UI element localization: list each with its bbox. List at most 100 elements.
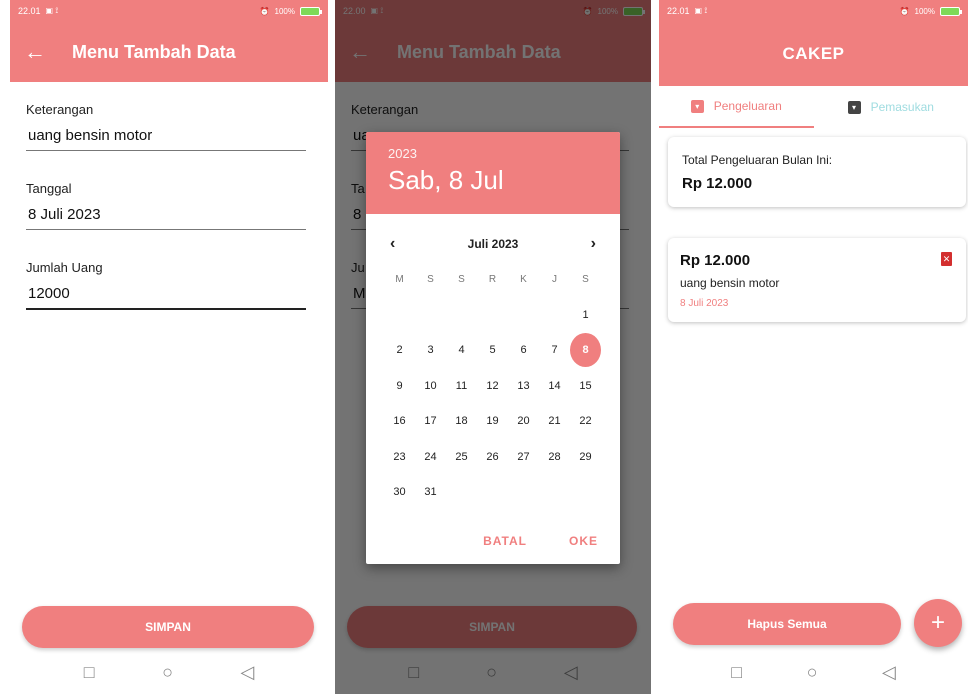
calendar-day[interactable]: 25 (446, 439, 477, 475)
tab-label: Pengeluaran (713, 99, 782, 113)
square-icon[interactable]: □ (408, 662, 419, 683)
calendar-day[interactable]: 23 (384, 439, 415, 475)
tab-pengeluaran[interactable]: ▾ Pengeluaran (659, 86, 814, 128)
date-input[interactable]: 8 Juli 2023 (26, 196, 306, 230)
calendar-day-number: 18 (455, 415, 468, 428)
calendar-day[interactable]: 31 (415, 475, 446, 511)
calendar-day-number: 19 (486, 415, 499, 428)
calendar-day[interactable]: 14 (539, 368, 570, 404)
calendar-day-number: 8 (570, 333, 601, 368)
triangle-back-icon[interactable]: ◁ (240, 662, 254, 683)
system-nav-bar: □ ○ ◁ (659, 650, 968, 694)
calendar-day[interactable]: 1 (570, 297, 601, 333)
square-icon[interactable]: □ (84, 662, 95, 683)
calendar-day[interactable]: 27 (508, 439, 539, 475)
calendar-day-number: 28 (548, 450, 561, 463)
calendar-day[interactable]: 13 (508, 368, 539, 404)
circle-icon[interactable]: ○ (486, 662, 497, 683)
app-bar: CAKEP (659, 22, 968, 86)
cancel-button[interactable]: BATAL (483, 534, 527, 548)
arrow-left-icon[interactable]: ← (10, 39, 56, 65)
calendar-day[interactable]: 30 (384, 475, 415, 511)
calendar-day-number: 20 (517, 415, 530, 428)
calendar-empty-cell (508, 297, 539, 333)
calendar-day[interactable]: 19 (477, 404, 508, 440)
calendar-day-number: 30 (393, 486, 406, 499)
calendar-day[interactable]: 20 (508, 404, 539, 440)
calendar-day-number: 13 (517, 379, 530, 392)
weekday-header: MSSRKJS (366, 274, 620, 285)
square-icon[interactable]: □ (731, 662, 742, 683)
calendar-day-number: 31 (424, 486, 437, 499)
system-nav-bar: □ ○ ◁ (335, 650, 651, 694)
month-label: Juli 2023 (467, 237, 519, 251)
expense-item-card[interactable]: Rp 12.000 uang bensin motor 8 Juli 2023 … (668, 238, 966, 322)
calendar-day[interactable]: 16 (384, 404, 415, 440)
amount-label: Jumlah Uang (26, 260, 103, 275)
calendar-day[interactable]: 2 (384, 333, 415, 369)
delete-all-button[interactable]: Hapus Semua (673, 603, 901, 645)
calendar-day-number: 6 (520, 344, 527, 357)
status-bar: 22.01 ▣ ⟟ ⏰ 100% (659, 0, 968, 22)
calendar-day-number: 9 (396, 379, 403, 392)
calendar-day[interactable]: 22 (570, 404, 601, 440)
battery-icon (300, 6, 322, 16)
calendar-day[interactable]: 11 (446, 368, 477, 404)
delete-icon[interactable]: ✕ (941, 252, 952, 266)
picker-year[interactable]: 2023 (388, 146, 620, 161)
calendar-day[interactable]: 9 (384, 368, 415, 404)
page-title: Menu Tambah Data (397, 41, 561, 62)
tab-pemasukan[interactable]: ▾ Pemasukan (814, 86, 968, 128)
calendar-empty-cell (415, 297, 446, 333)
calendar-day[interactable]: 12 (477, 368, 508, 404)
battery-icon (623, 6, 645, 16)
calendar-day[interactable]: 17 (415, 404, 446, 440)
notification-icon: ▣ ⟟ (694, 6, 708, 15)
weekday-label: J (552, 274, 557, 285)
chevron-right-icon[interactable]: › (591, 235, 596, 253)
calendar-day-number: 15 (579, 379, 592, 392)
calendar-day-selected[interactable]: 8 (570, 333, 601, 369)
calendar-day[interactable]: 24 (415, 439, 446, 475)
calendar-day-number: 22 (579, 415, 592, 428)
weekday-label: S (458, 274, 465, 285)
arrow-left-icon[interactable]: ← (335, 39, 381, 65)
circle-icon[interactable]: ○ (162, 662, 173, 683)
calendar-day[interactable]: 5 (477, 333, 508, 369)
circle-icon[interactable]: ○ (807, 662, 818, 683)
ok-button[interactable]: OKE (569, 534, 598, 548)
description-label: Keterangan (26, 102, 94, 117)
add-fab-button[interactable]: + (914, 599, 962, 647)
calendar-day[interactable]: 10 (415, 368, 446, 404)
triangle-back-icon[interactable]: ◁ (564, 662, 578, 683)
page-title: Menu Tambah Data (72, 41, 236, 62)
calendar-empty-cell (446, 297, 477, 333)
calendar-day[interactable]: 28 (539, 439, 570, 475)
weekday-label: S (582, 274, 589, 285)
battery-percent: 100% (914, 6, 935, 16)
calendar-day[interactable]: 26 (477, 439, 508, 475)
status-bar: 22.00 ▣ ⟟ ⏰ 100% (335, 0, 651, 22)
calendar-day[interactable]: 29 (570, 439, 601, 475)
app-title: CAKEP (782, 44, 845, 63)
description-input[interactable]: uang bensin motor (26, 117, 306, 151)
notification-icon: ▣ ⟟ (45, 6, 59, 15)
chevron-left-icon[interactable]: ‹ (390, 235, 395, 253)
calendar-day[interactable]: 4 (446, 333, 477, 369)
calendar-day-number: 12 (486, 379, 499, 392)
weekday-label: K (520, 274, 527, 285)
calendar-day[interactable]: 18 (446, 404, 477, 440)
calendar-day[interactable]: 3 (415, 333, 446, 369)
calendar-day[interactable]: 7 (539, 333, 570, 369)
calendar-day[interactable]: 6 (508, 333, 539, 369)
save-button[interactable]: SIMPAN (347, 606, 637, 648)
triangle-back-icon[interactable]: ◁ (882, 662, 896, 683)
expense-icon: ▾ (690, 99, 704, 113)
amount-input[interactable]: 12000 (26, 275, 306, 310)
calendar-day[interactable]: 15 (570, 368, 601, 404)
save-button[interactable]: SIMPAN (22, 606, 314, 648)
calendar-day[interactable]: 21 (539, 404, 570, 440)
monthly-total-card: Total Pengeluaran Bulan Ini: Rp 12.000 (668, 137, 966, 207)
calendar-day-number: 29 (579, 450, 592, 463)
battery-percent: 100% (597, 6, 618, 16)
